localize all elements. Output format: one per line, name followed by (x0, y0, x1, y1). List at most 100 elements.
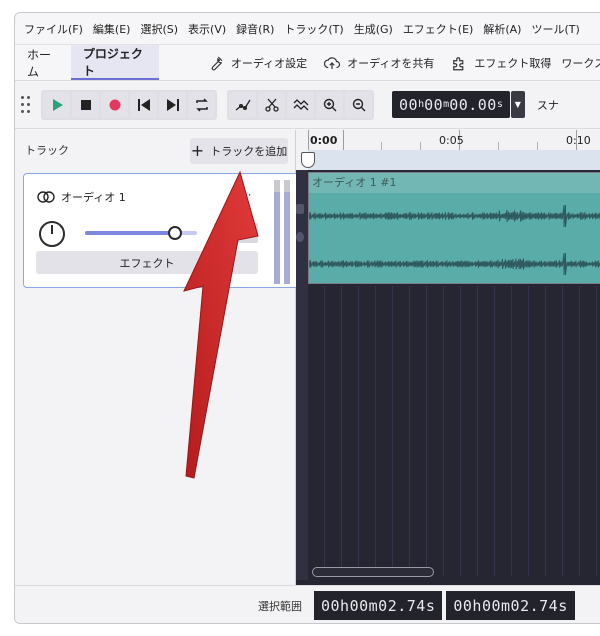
meter-left (274, 180, 280, 284)
audio-settings-button[interactable]: オーディオ設定 (199, 45, 315, 80)
menu-record[interactable]: 録音(R) (231, 21, 279, 37)
menu-tools[interactable]: ツール(T) (526, 21, 584, 37)
split-tool-button[interactable] (258, 91, 285, 118)
clip-header[interactable]: オーディオ 1 #1 (309, 173, 600, 193)
gain-slider[interactable] (85, 226, 197, 240)
ruler-tick (308, 130, 309, 150)
drag-grip-icon[interactable] (21, 95, 31, 114)
ruler-label-2: 0:10 (566, 134, 591, 147)
skip-end-button[interactable] (159, 91, 186, 118)
cloud-upload-icon (324, 56, 341, 69)
tabs-row: ホーム プロジェクト オーディオ設定 オーディオを共有 エフェクト取得 ワークス (15, 45, 600, 81)
ruler-label-1: 0:05 (439, 134, 464, 147)
envelope-tool-button[interactable] (229, 91, 256, 118)
time-hours: 00 (399, 95, 419, 114)
main-area: トラック + トラックを追加 オーディオ 1 ··· M S エフェクト 0:0… (15, 130, 600, 585)
edit-tools-group (227, 89, 374, 120)
zoom-out-button[interactable] (345, 91, 372, 118)
mute-button[interactable]: M (214, 223, 234, 243)
ruler-tick (343, 130, 344, 150)
chevron-down-icon: ▼ (514, 100, 521, 109)
menu-view[interactable]: 表示(V) (183, 21, 231, 37)
multi-tool-button[interactable] (287, 91, 314, 118)
skip-start-button[interactable] (130, 91, 157, 118)
snap-label[interactable]: スナ (537, 97, 559, 113)
waveform-channel-left (309, 204, 600, 228)
selection-end[interactable]: 00h00m02.74s (446, 591, 577, 620)
record-button[interactable] (101, 91, 128, 118)
tracks-title: トラック (25, 144, 69, 157)
menu-file[interactable]: ファイル(F) (19, 21, 88, 37)
wrench-icon (211, 56, 223, 70)
track-menu-icon[interactable]: ··· (240, 188, 251, 202)
horizontal-scrollbar[interactable] (312, 567, 434, 577)
time-minutes: 00 (424, 95, 444, 114)
menu-edit[interactable]: 編集(E) (88, 21, 136, 37)
play-icon (52, 98, 63, 111)
workspace-label: ワークス (561, 56, 600, 70)
gain-thumb[interactable] (168, 226, 182, 240)
menu-bar: ファイル(F) 編集(E) 選択(S) 表示(V) 録音(R) トラック(T) … (15, 13, 600, 45)
track-panel: トラック + トラックを追加 オーディオ 1 ··· M S エフェクト (15, 130, 311, 585)
meter-right (284, 180, 290, 284)
menu-analyze[interactable]: 解析(A) (478, 21, 526, 37)
track-title: オーディオ 1 (37, 189, 126, 205)
menu-generate[interactable]: 生成(G) (349, 21, 398, 37)
time-display[interactable]: 00 h 00 m 00.00 s (392, 91, 510, 118)
meter-right-level (284, 192, 290, 284)
track-gutter (296, 170, 308, 580)
waveform-channel-right (309, 252, 600, 276)
ruler-minor-tick (420, 142, 421, 150)
stop-icon (80, 99, 91, 110)
skip-end-icon (166, 98, 179, 111)
ruler-label-0: 0:00 (310, 134, 338, 147)
scissors-icon (264, 98, 279, 112)
loop-icon (195, 97, 208, 112)
solo-button[interactable]: S (238, 223, 258, 243)
tab-home[interactable]: ホーム (15, 45, 71, 80)
add-track-button[interactable]: + トラックを追加 (190, 138, 288, 164)
ruler-minor-tick (537, 142, 538, 150)
gutter-handle[interactable] (296, 232, 304, 242)
puzzle-icon (453, 56, 464, 70)
meter-left-level (274, 192, 280, 284)
workspace-button[interactable]: ワークス (559, 45, 600, 80)
menu-select[interactable]: 選択(S) (135, 21, 183, 37)
play-button[interactable] (43, 91, 70, 118)
audio-settings-label: オーディオ設定 (230, 56, 308, 70)
record-icon (109, 99, 120, 110)
gain-fill (85, 231, 175, 235)
selection-start[interactable]: 00h00m02.74s (314, 591, 445, 620)
get-effects-button[interactable]: エフェクト取得 (442, 45, 559, 80)
app-window: ファイル(F) 編集(E) 選択(S) 表示(V) 録音(R) トラック(T) … (14, 12, 600, 624)
pan-knob[interactable] (39, 221, 65, 247)
add-track-label: トラックを追加 (210, 145, 288, 158)
ruler-minor-tick (381, 142, 382, 150)
track-card[interactable]: オーディオ 1 ··· M S エフェクト (23, 173, 311, 288)
loop-button[interactable] (188, 91, 215, 118)
tab-project[interactable]: プロジェクト (70, 45, 160, 80)
playhead-handle[interactable] (301, 152, 315, 168)
share-audio-button[interactable]: オーディオを共有 (315, 45, 442, 80)
waveform (309, 204, 600, 276)
effects-button[interactable]: エフェクト (36, 251, 258, 274)
gutter-handle[interactable] (296, 204, 304, 214)
transport-toolbar: 00 h 00 m 00.00 s ▼ スナ (15, 81, 600, 129)
ruler-minor-tick (498, 142, 499, 150)
zoom-in-button[interactable] (316, 91, 343, 118)
zoom-in-icon (323, 98, 336, 111)
stop-button[interactable] (72, 91, 99, 118)
timeline[interactable]: 0:00 0:05 0:10 オーディオ 1 #1 (296, 130, 600, 585)
share-audio-label: オーディオを共有 (347, 56, 435, 70)
audio-clip[interactable]: オーディオ 1 #1 (308, 172, 600, 284)
plus-icon: + (190, 141, 205, 160)
transport-group (41, 89, 217, 120)
time-ruler[interactable]: 0:00 0:05 0:10 (296, 130, 600, 170)
menu-tracks[interactable]: トラック(T) (279, 21, 348, 37)
menu-effect[interactable]: エフェクト(E) (398, 21, 479, 37)
time-format-dropdown[interactable]: ▼ (510, 91, 525, 118)
selection-band (308, 150, 600, 170)
track-name: オーディオ 1 (61, 191, 126, 204)
envelope-icon (235, 99, 251, 111)
stereo-icon (37, 191, 55, 203)
